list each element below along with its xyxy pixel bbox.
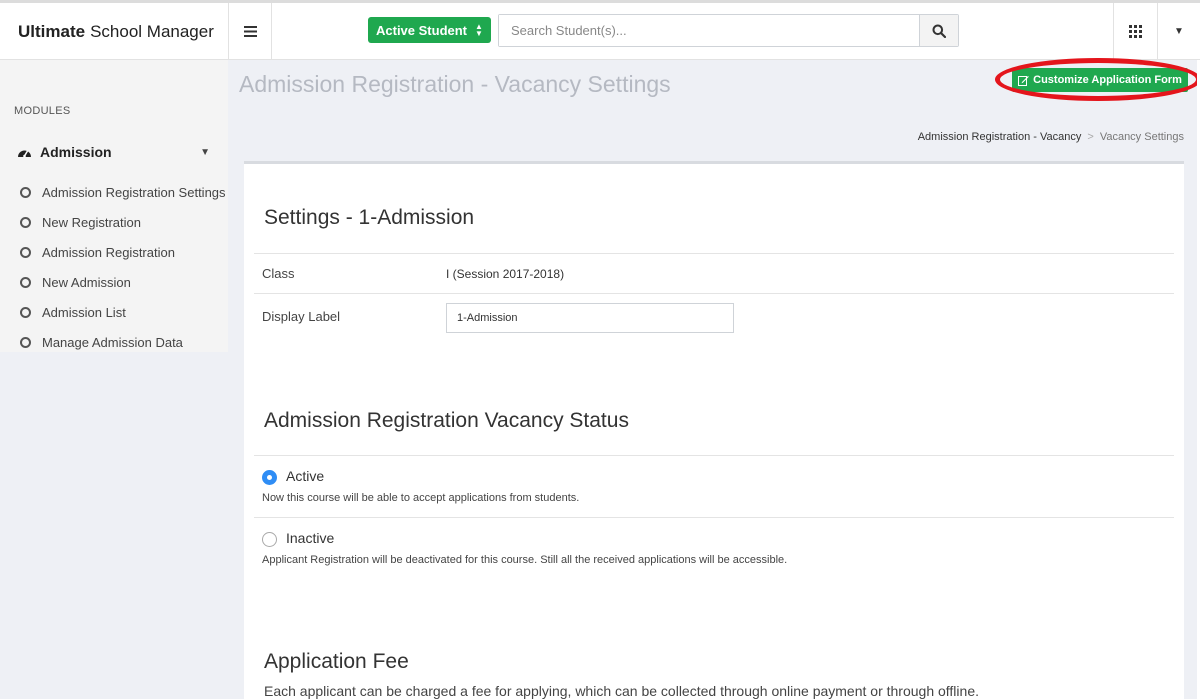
sidebar-section-label: MODULES (14, 105, 71, 117)
inactive-description: Applicant Registration will be deactivat… (262, 554, 788, 566)
vacancy-option-inactive: Inactive Applicant Registration will be … (254, 517, 1174, 579)
sidebar-group-label: Admission (40, 144, 112, 160)
settings-card: Settings - 1-Admission Class I (Session … (244, 161, 1184, 699)
brand-rest: School Manager (90, 21, 214, 41)
class-label: Class (262, 266, 295, 281)
select-arrows-icon: ▲ ▼ (475, 22, 483, 38)
application-fee-description: Each applicant can be charged a fee for … (264, 683, 979, 699)
sidebar-item-label: Admission List (42, 304, 126, 320)
circle-icon (20, 246, 31, 258)
grid-icon (1129, 25, 1142, 38)
vacancy-status-title: Admission Registration Vacancy Status (264, 409, 629, 432)
student-status-select[interactable]: Active Student ▲ ▼ (368, 17, 491, 43)
search-button[interactable] (919, 15, 958, 46)
settings-title: Settings - 1-Admission (264, 206, 475, 229)
sidebar-item-manage-admission-data[interactable]: Manage Admission Data (0, 327, 228, 357)
customize-button-label: Customize Application Form (1033, 74, 1182, 86)
hamburger-icon (243, 26, 257, 37)
sidebar-item-new-admission[interactable]: New Admission (0, 267, 228, 297)
breadcrumb-link[interactable]: Admission Registration - Vacancy (918, 131, 1082, 143)
inactive-radio-label[interactable]: Inactive (286, 530, 334, 546)
active-radio-label[interactable]: Active (286, 468, 324, 484)
class-value: I (Session 2017-2018) (446, 267, 565, 281)
sidebar-item-label: Admission Registration (42, 244, 175, 260)
brand-bold: Ultimate (18, 21, 86, 41)
sidebar-group-admission[interactable]: Admission ▼ (0, 140, 228, 164)
student-status-value: Active Student (376, 22, 468, 38)
sidebar-item-admission-registration[interactable]: Admission Registration (0, 237, 228, 267)
sidebar: MODULES Admission ▼ Admission Registrati… (0, 60, 228, 352)
brand-logo[interactable]: Ultimate School Manager (0, 3, 228, 60)
breadcrumb: Admission Registration - Vacancy > Vacancy… (918, 131, 1184, 143)
user-menu-button[interactable]: ▼ (1157, 3, 1200, 60)
circle-icon (20, 306, 31, 318)
inactive-radio[interactable] (262, 532, 277, 547)
top-navbar: Ultimate School Manager Active Student ▲… (0, 0, 1200, 60)
search-icon (932, 24, 946, 38)
customize-application-form-button[interactable]: Customize Application Form (1012, 68, 1188, 92)
chevron-down-icon: ▼ (200, 146, 210, 158)
active-radio[interactable] (262, 470, 277, 485)
sidebar-item-label: Manage Admission Data (42, 334, 183, 350)
page-title: Admission Registration - Vacancy Setting… (239, 71, 671, 97)
sidebar-item-admission-registration-settings[interactable]: Admission Registration Settings (0, 177, 228, 207)
sidebar-item-admission-list[interactable]: Admission List (0, 297, 228, 327)
dashboard-icon (18, 150, 31, 158)
circle-icon (20, 186, 31, 198)
sidebar-item-label: New Registration (42, 214, 141, 230)
active-description: Now this course will be able to accept a… (262, 492, 580, 504)
sidebar-item-label: Admission Registration Settings (42, 184, 226, 200)
circle-icon (20, 276, 31, 288)
student-search-input[interactable] (499, 15, 919, 46)
breadcrumb-separator-icon: > (1087, 131, 1094, 143)
vacancy-option-active: Active Now this course will be able to a… (254, 455, 1174, 517)
sidebar-item-label: New Admission (42, 274, 131, 290)
student-search (498, 14, 959, 47)
display-label-label: Display Label (262, 309, 341, 324)
edit-icon (1018, 75, 1029, 86)
display-label-input[interactable] (446, 303, 734, 333)
application-fee-title: Application Fee (264, 650, 409, 673)
sidebar-nav-list: Admission Registration Settings New Regi… (0, 177, 228, 357)
breadcrumb-current: Vacancy Settings (1099, 131, 1184, 143)
sidebar-item-new-registration[interactable]: New Registration (0, 207, 228, 237)
circle-icon (20, 216, 31, 228)
apps-grid-button[interactable] (1113, 3, 1157, 60)
display-label-row: Display Label (254, 293, 1174, 348)
caret-down-icon: ▼ (1174, 26, 1184, 37)
circle-icon (20, 336, 31, 348)
class-row: Class I (Session 2017-2018) (254, 253, 1174, 293)
sidebar-toggle-button[interactable] (228, 3, 272, 60)
